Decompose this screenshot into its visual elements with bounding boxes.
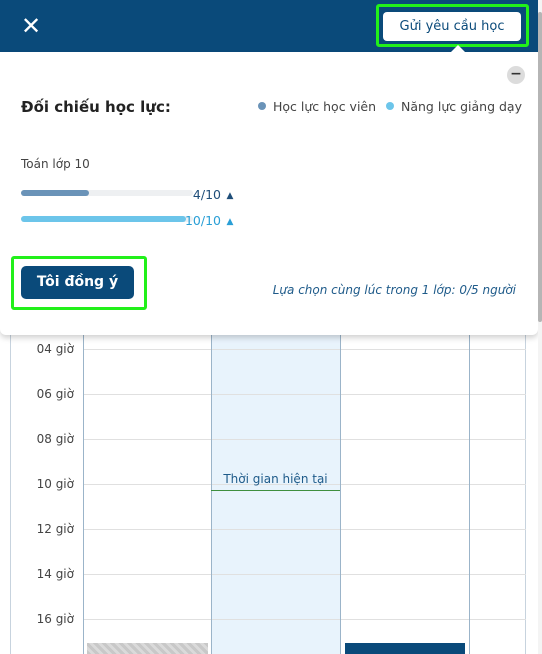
legend-dot-student [258, 102, 266, 110]
hour-gridline [83, 394, 526, 395]
unavailable-slot[interactable] [87, 643, 208, 654]
schedule-calendar: 04 giờ 06 giờ 08 giờ 10 giờ 12 giờ 14 gi… [10, 335, 526, 654]
popup-caret [450, 45, 466, 53]
student-score-text: 4/10 [192, 187, 221, 202]
day-divider [340, 335, 341, 654]
day-divider [211, 335, 212, 654]
today-column[interactable] [211, 335, 340, 654]
day-divider [469, 335, 470, 654]
legend-dot-teacher [386, 102, 394, 110]
graduation-cap-icon: ▲ [226, 217, 234, 227]
send-request-button[interactable]: Gửi yêu cầu học [383, 12, 521, 41]
hour-gridline [83, 619, 526, 620]
teacher-score-text: 10/10 [184, 213, 221, 228]
legend-label: Học lực học viên [273, 99, 377, 114]
hour-label: 08 giờ [36, 432, 74, 446]
vertical-scrollbar[interactable] [538, 0, 542, 654]
close-icon[interactable]: ✕ [18, 12, 44, 40]
hour-label: 16 giờ [36, 612, 74, 626]
hour-gridline [83, 574, 526, 575]
day-divider [83, 335, 84, 654]
hour-label: 14 giờ [36, 567, 74, 581]
legend-student: Học lực học viên [258, 99, 376, 114]
teacher-progress-fill [21, 216, 186, 222]
subject-label: Toán lớp 10 [21, 157, 90, 171]
agree-button[interactable]: Tôi đồng ý [21, 266, 134, 299]
current-time-label: Thời gian hiện tại [223, 472, 328, 486]
booked-slot[interactable] [345, 643, 465, 654]
hour-label: 12 giờ [36, 522, 74, 536]
hour-label: 04 giờ [36, 342, 74, 356]
hour-label: 10 giờ [36, 477, 74, 491]
teacher-score: 10/10 ▲ [166, 213, 236, 228]
selection-note: Lựa chọn cùng lúc trong 1 lớp: 0/5 người [272, 283, 516, 297]
scrollbar-thumb[interactable] [538, 12, 542, 322]
calendar-right-border [525, 335, 526, 654]
legend-label: Năng lực giảng dạy [401, 99, 522, 114]
minus-circle-icon[interactable]: − [507, 66, 525, 84]
legend-teacher: Năng lực giảng dạy [386, 99, 522, 114]
hour-gridline [83, 439, 526, 440]
current-time-line [211, 490, 340, 491]
graduation-cap-icon: ▲ [226, 191, 234, 201]
popup-title: Đối chiếu học lực: [21, 98, 171, 116]
hour-gridline [83, 349, 526, 350]
hour-label: 06 giờ [36, 387, 74, 401]
student-progress-fill [21, 190, 89, 196]
student-score: 4/10 ▲ [166, 187, 236, 202]
hour-gridline [83, 529, 526, 530]
calendar-left-border [10, 335, 11, 654]
